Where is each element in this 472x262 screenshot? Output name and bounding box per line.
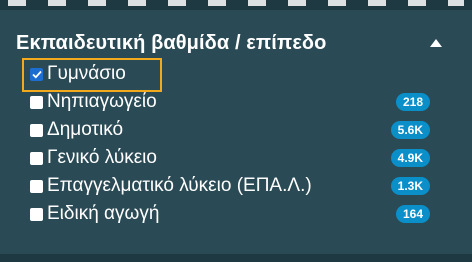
- checkbox-checked-icon[interactable]: [30, 67, 43, 81]
- filter-option-epal[interactable]: Επαγγελματικό λύκειο (ΕΠΑ.Λ.) 1.3K: [30, 172, 430, 200]
- filter-option-label: Επαγγελματικό λύκειο (ΕΠΑ.Λ.): [47, 175, 312, 196]
- top-strip: [0, 0, 472, 10]
- checkbox-icon[interactable]: [30, 123, 43, 137]
- filter-option-label: Γυμνάσιο: [47, 63, 126, 84]
- filter-title: Εκπαιδευτική βαθμίδα / επίπεδο: [16, 31, 327, 54]
- filter-option-dimotiko[interactable]: Δημοτικό 5.6K: [30, 116, 430, 144]
- caret-up-icon[interactable]: [424, 31, 448, 55]
- count-badge: 4.9K: [390, 149, 430, 167]
- checkbox-icon[interactable]: [30, 151, 43, 165]
- filter-option-gymnasio[interactable]: Γυμνάσιο: [30, 60, 430, 88]
- filter-option-label: Ειδική αγωγή: [47, 203, 160, 224]
- filter-option-label: Νηπιαγωγείο: [47, 91, 157, 112]
- count-badge: 218: [395, 93, 430, 111]
- filter-options-list: Γυμνάσιο Νηπιαγωγείο 218 Δημοτικό 5.6K Γ…: [30, 60, 430, 228]
- count-badge: 1.3K: [390, 177, 430, 195]
- count-badge: 164: [395, 205, 430, 223]
- top-decoration: [8, 0, 464, 6]
- checkbox-icon[interactable]: [30, 207, 43, 221]
- filter-option-label: Δημοτικό: [47, 119, 124, 140]
- checkbox-icon[interactable]: [30, 95, 43, 109]
- filter-option-eidiki-agogi[interactable]: Ειδική αγωγή 164: [30, 200, 430, 228]
- checkbox-icon[interactable]: [30, 179, 43, 193]
- filter-header[interactable]: Εκπαιδευτική βαθμίδα / επίπεδο: [16, 26, 456, 60]
- count-badge: 5.6K: [390, 121, 430, 139]
- filter-option-label: Γενικό λύκειο: [47, 147, 157, 168]
- bottom-strip: [0, 254, 472, 262]
- filter-option-nipiagogeio[interactable]: Νηπιαγωγείο 218: [30, 88, 430, 116]
- filter-option-geniko-lykeio[interactable]: Γενικό λύκειο 4.9K: [30, 144, 430, 172]
